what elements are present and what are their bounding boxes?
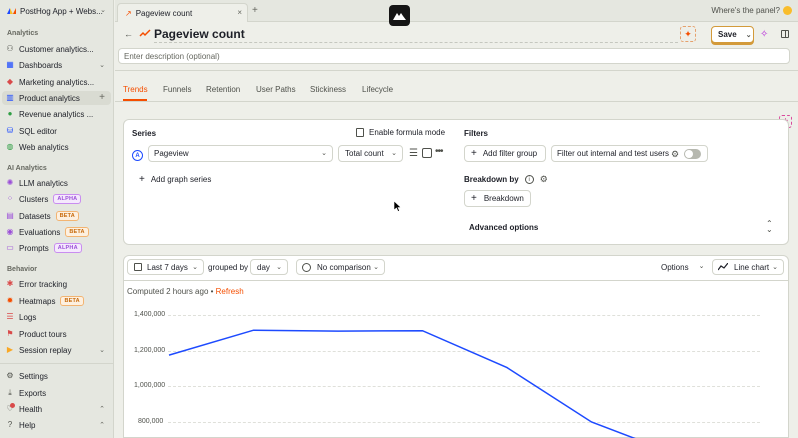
line-chart xyxy=(168,329,636,438)
series-line-pageview xyxy=(168,329,636,438)
